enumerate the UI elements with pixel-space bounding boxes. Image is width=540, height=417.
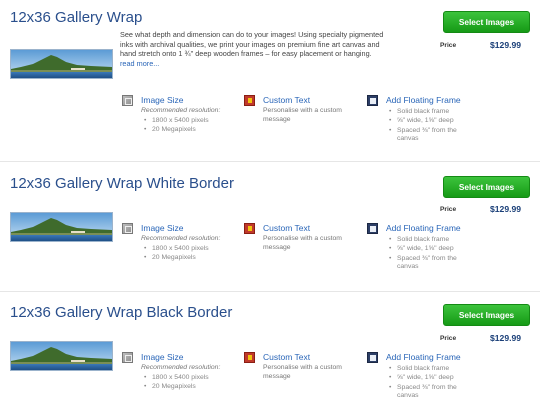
feature-title[interactable]: Add Floating Frame: [386, 95, 461, 105]
bullet-item: 1800 x 5400 pixels: [141, 244, 209, 253]
feature-subtitle: Recommended resolution:: [141, 107, 221, 114]
bullet-item: Solid black frame: [386, 107, 457, 116]
product-description: See what depth and dimension can do to y…: [120, 30, 392, 68]
feature-subtitle-cont: message: [263, 244, 291, 251]
product-title: 12x36 Gallery Wrap White Border: [10, 175, 234, 192]
feature-title[interactable]: Add Floating Frame: [386, 352, 461, 362]
product-gallery-wrap-black-border: 12x36 Gallery Wrap Black Border Select I…: [0, 292, 540, 417]
price-label: Price: [440, 335, 457, 342]
feature-title[interactable]: Add Floating Frame: [386, 223, 461, 233]
feature-bullets: 1800 x 5400 pixels 20 Megapixels: [141, 373, 209, 392]
description-text: See what depth and dimension can do to y…: [120, 30, 384, 59]
image-size-icon: [122, 95, 133, 106]
image-size-icon: [122, 223, 133, 234]
bullet-item: ⅝" wide, 1⅝" deep: [386, 116, 457, 125]
select-images-button[interactable]: Select Images: [443, 304, 530, 326]
read-more-link[interactable]: read more...: [120, 59, 392, 69]
price-value: $129.99: [490, 40, 522, 50]
custom-text-icon: [244, 223, 255, 234]
bullet-item: Spaced ⅜" from the: [386, 126, 457, 135]
bullet-continuation: canvas: [397, 263, 419, 270]
price-value: $129.99: [490, 333, 522, 343]
feature-title[interactable]: Custom Text: [263, 223, 310, 233]
feature-title[interactable]: Custom Text: [263, 95, 310, 105]
bullet-item: 1800 x 5400 pixels: [141, 116, 209, 125]
feature-bullets: 1800 x 5400 pixels 20 Megapixels: [141, 244, 209, 263]
feature-bullets: 1800 x 5400 pixels 20 Megapixels: [141, 116, 209, 135]
bullet-item: Spaced ⅜" from the: [386, 383, 457, 392]
custom-text-icon: [244, 95, 255, 106]
product-gallery-wrap-white-border: 12x36 Gallery Wrap White Border Select I…: [0, 163, 540, 291]
feature-subtitle-cont: message: [263, 373, 291, 380]
bullet-item: 1800 x 5400 pixels: [141, 373, 209, 382]
feature-title[interactable]: Custom Text: [263, 352, 310, 362]
select-images-button[interactable]: Select Images: [443, 11, 530, 33]
custom-text-icon: [244, 352, 255, 363]
feature-subtitle: Recommended resolution:: [141, 235, 221, 242]
product-thumbnail[interactable]: [10, 49, 113, 79]
feature-bullets: Solid black frame ⅝" wide, 1⅝" deep Spac…: [386, 107, 457, 135]
bullet-item: ⅝" wide, 1⅝" deep: [386, 373, 457, 382]
bullet-item: Solid black frame: [386, 364, 457, 373]
select-images-button[interactable]: Select Images: [443, 176, 530, 198]
floating-frame-icon: [367, 95, 378, 106]
feature-subtitle: Personalise with a custom: [263, 107, 342, 114]
price-value: $129.99: [490, 204, 522, 214]
feature-subtitle: Recommended resolution:: [141, 364, 221, 371]
product-title: 12x36 Gallery Wrap: [10, 9, 143, 26]
image-size-icon: [122, 352, 133, 363]
feature-bullets: Solid black frame ⅝" wide, 1⅝" deep Spac…: [386, 364, 457, 392]
bullet-continuation: canvas: [397, 135, 419, 142]
feature-subtitle: Personalise with a custom: [263, 235, 342, 242]
price-label: Price: [440, 42, 457, 49]
product-title: 12x36 Gallery Wrap Black Border: [10, 304, 233, 321]
bullet-item: Spaced ⅜" from the: [386, 254, 457, 263]
divider: [0, 161, 540, 162]
feature-subtitle: Personalise with a custom: [263, 364, 342, 371]
product-thumbnail[interactable]: [10, 212, 113, 242]
feature-title[interactable]: Image Size: [141, 95, 184, 105]
bullet-item: 20 Megapixels: [141, 382, 209, 391]
bullet-item: 20 Megapixels: [141, 125, 209, 134]
price-label: Price: [440, 206, 457, 213]
bullet-item: ⅝" wide, 1⅝" deep: [386, 244, 457, 253]
bullet-item: Solid black frame: [386, 235, 457, 244]
feature-subtitle-cont: message: [263, 116, 291, 123]
feature-title[interactable]: Image Size: [141, 223, 184, 233]
floating-frame-icon: [367, 352, 378, 363]
feature-title[interactable]: Image Size: [141, 352, 184, 362]
floating-frame-icon: [367, 223, 378, 234]
bullet-continuation: canvas: [397, 392, 419, 399]
bullet-item: 20 Megapixels: [141, 253, 209, 262]
feature-bullets: Solid black frame ⅝" wide, 1⅝" deep Spac…: [386, 235, 457, 263]
product-gallery-wrap: 12x36 Gallery Wrap See what depth and di…: [0, 0, 540, 160]
product-thumbnail[interactable]: [10, 341, 113, 371]
